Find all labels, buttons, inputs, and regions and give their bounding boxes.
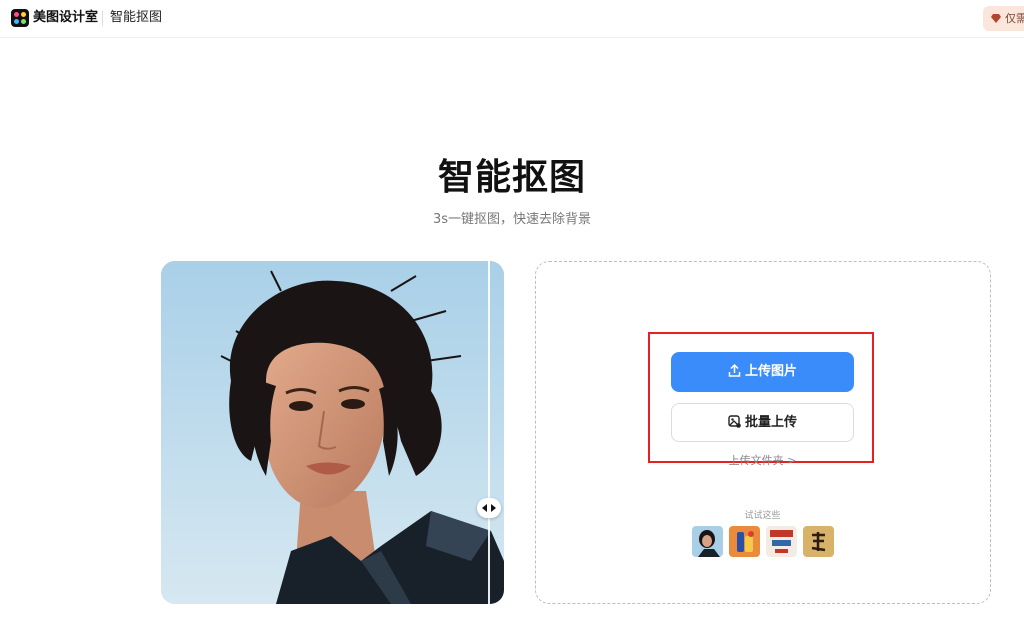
sample-product[interactable] bbox=[729, 526, 760, 557]
gem-icon bbox=[991, 14, 1001, 23]
upload-icon bbox=[728, 363, 741, 377]
tool-name: 智能抠图 bbox=[110, 10, 163, 25]
header-divider bbox=[102, 11, 103, 26]
meitu-logo-icon[interactable] bbox=[11, 9, 29, 27]
compare-divider[interactable] bbox=[488, 261, 490, 604]
top-bar: 美图设计室 智能抠图 仅需 bbox=[0, 0, 1024, 38]
batch-upload-label: 批量上传 bbox=[744, 415, 797, 430]
upload-folder-link[interactable]: 上传文件夹 > bbox=[671, 454, 854, 468]
batch-upload-button[interactable]: 批量上传 bbox=[671, 403, 854, 442]
sample-logo[interactable] bbox=[766, 526, 797, 557]
upload-image-label: 上传图片 bbox=[744, 364, 797, 379]
page-title: 智能抠图 bbox=[437, 157, 586, 198]
portrait-illustration bbox=[161, 261, 504, 604]
compare-arrows-icon bbox=[482, 504, 496, 512]
example-preview-image bbox=[161, 261, 504, 604]
page-subtitle: 3s一键抠图，快速去除背景 bbox=[432, 212, 592, 227]
compare-handle[interactable] bbox=[477, 498, 501, 518]
try-samples-label: 试试这些 bbox=[744, 511, 781, 521]
vip-button[interactable]: 仅需 bbox=[983, 6, 1024, 31]
upload-image-button[interactable]: 上传图片 bbox=[671, 352, 854, 392]
batch-images-icon bbox=[728, 415, 741, 428]
vip-label: 仅需 bbox=[1005, 12, 1024, 25]
sample-calligraphy[interactable] bbox=[803, 526, 834, 557]
brand-name[interactable]: 美图设计室 bbox=[33, 10, 98, 26]
sample-portrait[interactable] bbox=[692, 526, 723, 557]
